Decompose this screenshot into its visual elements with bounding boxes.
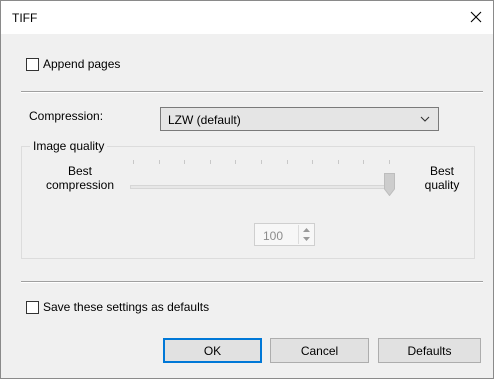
spin-up-button[interactable] (299, 225, 313, 234)
quality-slider-track[interactable] (130, 185, 395, 189)
slider-tick (286, 160, 288, 164)
append-pages-checkbox[interactable]: Append pages (26, 57, 120, 71)
slider-tick (389, 160, 390, 164)
save-defaults-box[interactable] (26, 300, 39, 314)
compression-label: Compression: (29, 109, 104, 123)
slider-tick (184, 160, 186, 164)
best-compression-line2: compression (45, 178, 115, 192)
best-quality-line2: quality (424, 178, 460, 192)
defaults-button[interactable]: Defaults (378, 338, 481, 363)
slider-tick (235, 160, 237, 164)
quality-spin-value[interactable]: 100 (263, 229, 283, 243)
window-title: TIFF (12, 11, 38, 25)
compression-value: LZW (default) (168, 113, 241, 127)
slider-tick (363, 160, 365, 164)
append-pages-box[interactable] (26, 57, 39, 71)
tiff-dialog: TIFF Append pages Compression: LZW (defa… (0, 0, 494, 379)
best-quality-label: Best quality (412, 164, 472, 192)
image-quality-title: Image quality (30, 139, 108, 153)
defaults-label: Defaults (407, 343, 452, 358)
cancel-label: Cancel (300, 343, 339, 358)
title-bar: TIFF (1, 1, 493, 34)
spin-up-icon (302, 227, 310, 232)
best-compression-line1: Best (67, 164, 92, 178)
slider-tick (312, 160, 314, 164)
spin-down-icon (302, 236, 310, 241)
quality-spinbox[interactable]: 100 (254, 223, 315, 246)
ok-label: OK (203, 343, 222, 358)
best-quality-line1: Best (429, 164, 454, 178)
slider-tick (133, 160, 134, 164)
save-defaults-checkbox[interactable]: Save these settings as defaults (26, 300, 209, 314)
cancel-button[interactable]: Cancel (270, 338, 369, 363)
separator-bottom (21, 281, 483, 283)
ok-button[interactable]: OK (163, 338, 262, 363)
spin-down-button[interactable] (299, 234, 313, 243)
slider-tick (158, 160, 160, 164)
separator-top (21, 91, 483, 93)
chevron-down-icon (420, 116, 430, 122)
image-quality-group (21, 146, 475, 259)
slider-tick (209, 160, 211, 164)
slider-tick (337, 160, 339, 164)
slider-tick (261, 160, 262, 164)
compression-select[interactable]: LZW (default) (160, 107, 439, 131)
append-pages-label: Append pages (43, 57, 121, 71)
spin-buttons (298, 225, 313, 244)
quality-slider-thumb[interactable] (384, 173, 395, 196)
best-compression-label: Best compression (31, 164, 129, 192)
close-button[interactable] (461, 3, 491, 31)
close-icon (470, 11, 482, 23)
save-defaults-label: Save these settings as defaults (43, 300, 210, 314)
